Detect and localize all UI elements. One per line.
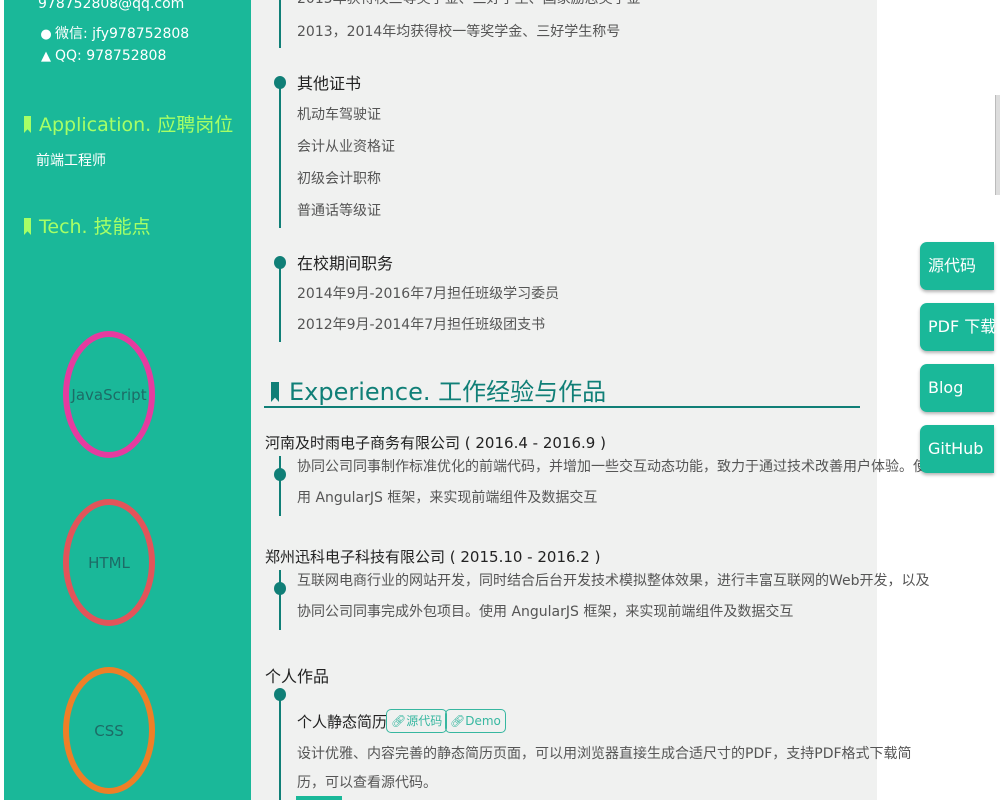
link-icon: 🔗︎: [391, 714, 407, 728]
bookmark-icon: [24, 218, 31, 235]
honor-line: 2015年获得校三等奖学金、三好学生、国家励志奖学金: [297, 0, 641, 8]
tech-heading-text: Tech. 技能点: [39, 216, 151, 238]
timeline-line: [279, 456, 281, 516]
duty-item: 2014年9月-2016年7月担任班级学习委员: [297, 286, 560, 302]
email-text: 978752808@qq.com: [38, 0, 185, 12]
honor-line: 2013，2014年均获得校一等奖学金、三好学生称号: [297, 24, 621, 40]
bookmark-icon: [24, 116, 31, 133]
bookmark-icon: [271, 382, 279, 402]
wechat-icon: ●: [40, 27, 52, 42]
timeline-dot: [274, 76, 286, 89]
skill-label-css: CSS: [94, 722, 124, 740]
timeline-line: [279, 80, 281, 228]
job-description-line: 协同公司同事制作标准优化的前端代码，并增加一些交互动态功能，致力于通过技术改善用…: [297, 459, 927, 475]
timeline-line: [279, 0, 281, 48]
timeline-line: [279, 262, 281, 342]
source-code-tag-label: 源代码: [406, 714, 443, 728]
application-heading-text: Application. 应聘岗位: [39, 114, 234, 136]
blog-button[interactable]: Blog: [920, 364, 994, 412]
experience-heading: Experience. 工作经验与作品: [271, 372, 606, 407]
job-description-line: 互联网电商行业的网站开发，同时结合后台开发技术模拟整体效果，进行丰富互联网的We…: [297, 573, 930, 589]
work-description-line: 历，可以查看源代码。: [297, 775, 437, 791]
cert-item: 初级会计职称: [297, 171, 381, 187]
skill-label-javascript: JavaScript: [71, 386, 147, 404]
work-description-line: 设计优雅、内容完善的静态简历页面，可以用浏览器直接生成合适尺寸的PDF，支持PD…: [297, 746, 912, 762]
demo-tag-label: Demo: [465, 714, 501, 728]
timeline-line: [279, 694, 281, 800]
wechat-contact: ● 微信: jfy978752808: [38, 23, 189, 43]
source-code-tag[interactable]: 🔗︎源代码: [386, 709, 448, 733]
job-company: 河南及时雨电子商务有限公司 ( 2016.4 - 2016.9 ): [265, 434, 606, 452]
qq-text: QQ: 978752808: [55, 48, 167, 64]
duties-title: 在校期间职务: [297, 254, 394, 273]
timeline-dot: [274, 256, 286, 269]
main-content: 2015年获得校三等奖学金、三好学生、国家励志奖学金 2013，2014年均获得…: [251, 0, 930, 800]
section-divider: [264, 406, 860, 408]
job-description-line: 协同公司同事完成外包项目。使用 AngularJS 框架，来实现前端组件及数据交…: [297, 604, 794, 620]
timeline-dot: [274, 582, 286, 595]
link-icon: 🔗︎: [450, 714, 466, 728]
application-heading: Application. 应聘岗位: [24, 110, 233, 137]
experience-heading-text: Experience. 工作经验与作品: [289, 378, 607, 406]
cert-item: 机动车驾驶证: [297, 107, 381, 123]
job-company: 郑州迅科电子科技有限公司 ( 2015.10 - 2016.2 ): [265, 548, 601, 566]
timeline-dot: [274, 468, 286, 481]
position-text: 前端工程师: [36, 153, 106, 169]
source-code-button[interactable]: 源代码: [920, 242, 994, 290]
sidebar: 978752808@qq.com ● 微信: jfy978752808 ▲ QQ: …: [4, 0, 251, 800]
pdf-download-button[interactable]: PDF 下载: [920, 303, 996, 351]
certs-title: 其他证书: [297, 74, 362, 93]
skill-label-html: HTML: [88, 554, 130, 572]
scrollbar[interactable]: [995, 95, 1000, 195]
cert-item: 普通话等级证: [297, 203, 381, 219]
github-button[interactable]: GitHub: [920, 425, 994, 473]
cert-item: 会计从业资格证: [297, 139, 395, 155]
works-heading: 个人作品: [265, 667, 330, 686]
qq-contact: ▲ QQ: 978752808: [38, 48, 166, 64]
demo-tag[interactable]: 🔗︎Demo: [445, 709, 506, 733]
wechat-text: 微信: jfy978752808: [55, 26, 190, 42]
qq-icon: ▲: [41, 49, 51, 64]
work-title: 个人静态简历: [297, 713, 388, 731]
timeline-line: [279, 570, 281, 630]
work-preview-edge: [296, 796, 342, 800]
timeline-dot: [274, 688, 286, 701]
duty-item: 2012年9月-2014年7月担任班级团支书: [297, 317, 546, 333]
job-description-line: 用 AngularJS 框架，来实现前端组件及数据交互: [297, 490, 598, 506]
tech-heading: Tech. 技能点: [24, 212, 151, 239]
